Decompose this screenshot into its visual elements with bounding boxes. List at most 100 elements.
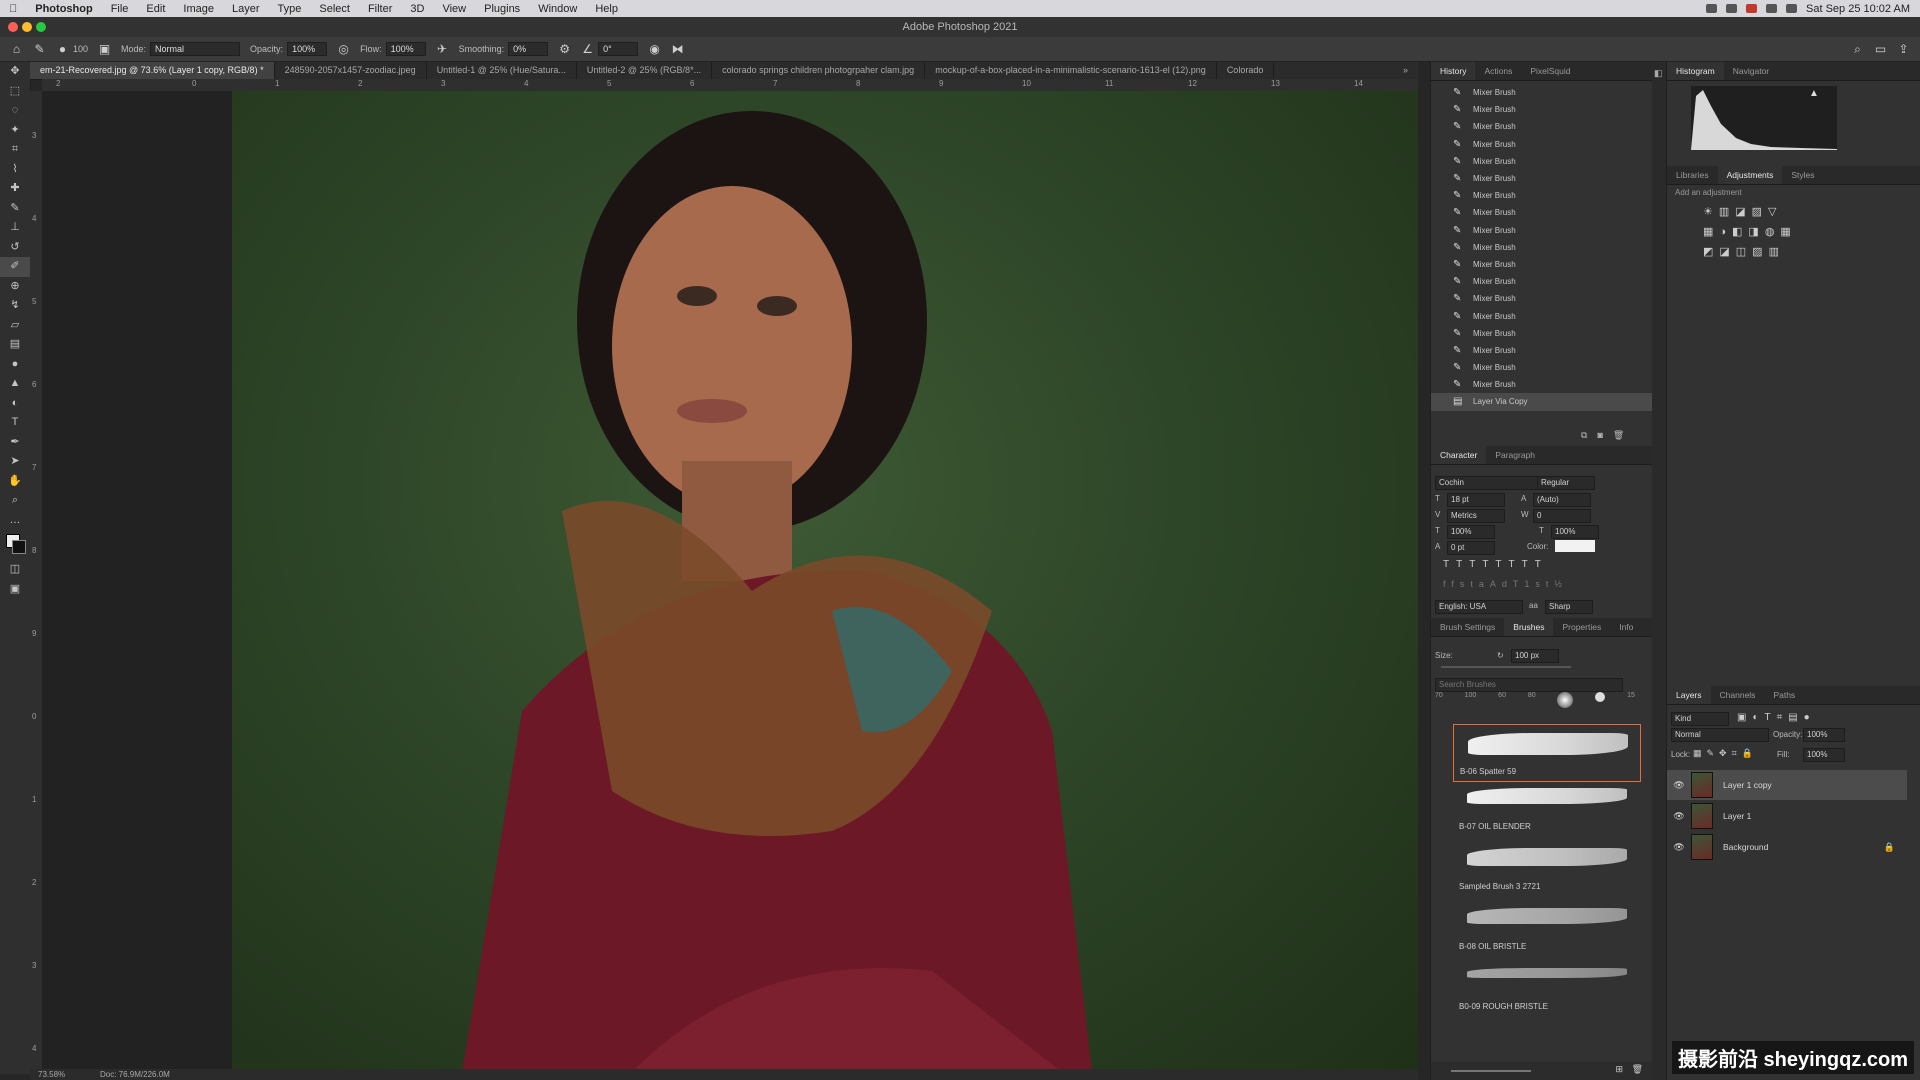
eyedropper-tool-icon[interactable]: ⌇ [0,160,30,180]
doc-tab-active[interactable]: em-21-Recovered.jpg @ 73.6% (Layer 1 cop… [30,62,275,79]
portrait-photo[interactable] [232,91,1418,1072]
menu-layer[interactable]: Layer [223,3,269,15]
doc-tab[interactable]: colorado springs children photogrpaher c… [712,62,926,79]
brush-panel-toggle-icon[interactable]: ▣ [98,42,111,56]
brush-preset[interactable]: 70 [1435,692,1443,718]
tracking-input[interactable]: 0 [1533,509,1591,523]
opacity-input[interactable]: 100% [287,42,328,56]
history-item[interactable]: ✎ Mixer Brush [1431,376,1653,393]
cloud-icon[interactable] [1706,4,1718,13]
gear-icon[interactable]: ⚙ [558,42,571,56]
history-brush-tool-icon[interactable]: ↺ [0,238,30,258]
menu-app-name[interactable]: Photoshop [26,3,101,15]
history-item[interactable]: ✎ Mixer Brush [1431,136,1653,153]
layer-name[interactable]: Layer 1 [1723,811,1751,821]
sharpen-tool-icon[interactable]: ▲ [0,374,30,394]
leading-input[interactable]: (Auto) [1533,493,1591,507]
font-style-select[interactable]: Regular [1537,476,1595,490]
brush-search-input[interactable]: Search Brushes [1435,678,1623,692]
menu-plugins[interactable]: Plugins [475,3,529,15]
trash-icon[interactable]: 🗑 [1613,430,1624,441]
new-document-from-state-icon[interactable]: ⧉ [1581,430,1587,441]
tab-brushes[interactable]: Brushes [1504,618,1554,636]
art-history-tool-icon[interactable]: ↯ [0,296,30,316]
brush-preset[interactable]: 80 [1528,692,1536,718]
brush-item[interactable]: Sampled Brush 3 2721 [1453,840,1639,896]
vertical-scale-input[interactable]: 100% [1447,525,1495,539]
mixer-brush-tool-icon[interactable]: ✐ [0,257,30,277]
record-icon[interactable] [1746,4,1758,13]
brush-preset[interactable]: 60 [1498,692,1506,718]
lock-icons[interactable]: ▦✎✥⌗🔒 [1693,748,1758,759]
delete-brush-icon[interactable]: 🗑 [1632,1064,1643,1075]
history-item[interactable]: ✎ Mixer Brush [1431,342,1653,359]
pressure-opacity-icon[interactable]: ◎ [337,42,350,56]
lasso-tool-icon[interactable]: ◌ [0,101,30,121]
menu-edit[interactable]: Edit [137,3,174,15]
healing-brush-tool-icon[interactable]: ✚ [0,179,30,199]
zoom-tool-icon[interactable]: ⌕ [0,491,30,511]
wifi-icon[interactable] [1766,4,1778,13]
adjustment-row-2[interactable]: ▦◑◧◨◍▦ [1703,222,1797,242]
share-icon[interactable]: ⇪ [1897,42,1910,56]
kerning-input[interactable]: Metrics [1447,509,1505,523]
blur-tool-icon[interactable]: ● [0,355,30,375]
menu-select[interactable]: Select [310,3,359,15]
history-item[interactable]: ✎ Mixer Brush [1431,239,1653,256]
menu-view[interactable]: View [433,3,475,15]
language-select[interactable]: English: USA [1435,600,1523,614]
pressure-size-icon[interactable]: ◉ [648,42,661,56]
layer-row[interactable]: 👁 Background 🔒 [1667,832,1907,862]
menu-image[interactable]: Image [174,3,223,15]
history-item[interactable]: ✎ Mixer Brush [1431,101,1653,118]
menu-file[interactable]: File [102,3,138,15]
antialias-select[interactable]: Sharp [1545,600,1593,614]
clone-tool-icon[interactable]: ⊕ [0,277,30,297]
zoom-level[interactable]: 73.58% [38,1070,65,1079]
layer-filter-select[interactable]: Kind [1671,712,1729,726]
tab-channels[interactable]: Channels [1711,686,1765,704]
eraser-tool-icon[interactable]: ▱ [0,316,30,336]
history-item[interactable]: ✎ Mixer Brush [1431,256,1653,273]
airbrush-icon[interactable]: ✈ [436,42,449,56]
home-icon[interactable]: ⌂ [10,42,23,56]
font-family-select[interactable]: Cochin [1435,476,1539,490]
adjustment-row-1[interactable]: ☀▥◪▨▽ [1703,202,1797,222]
type-tool-icon[interactable]: T [0,413,30,433]
layer-row[interactable]: 👁 Layer 1 copy [1667,770,1907,800]
visibility-eye-icon[interactable]: 👁 [1667,780,1691,791]
warning-icon[interactable]: ▲ [1809,88,1819,99]
doc-tab[interactable]: Untitled-2 @ 25% (RGB/8*... [577,62,713,79]
doc-size[interactable]: Doc: 76.9M/226.0M [100,1070,170,1079]
search-icon[interactable] [1786,4,1798,13]
mode-select[interactable]: Normal [150,42,241,56]
brush-item[interactable]: B0-09 ROUGH BRISTLE [1453,960,1639,1016]
visibility-eye-icon[interactable]: 👁 [1667,811,1691,822]
opentype-buttons[interactable]: ffstaAdT1st½ [1443,579,1568,589]
hand-tool-icon[interactable]: ✋ [0,472,30,492]
tab-brush-settings[interactable]: Brush Settings [1431,618,1504,636]
snapshot-icon[interactable]: ◙ [1597,430,1602,441]
tab-histogram[interactable]: Histogram [1667,62,1724,80]
history-item[interactable]: ✎ Mixer Brush [1431,170,1653,187]
brush-preset[interactable]: 100 [1465,692,1477,718]
doc-tab[interactable]: Colorado [1217,62,1275,79]
horizontal-scale-input[interactable]: 100% [1551,525,1599,539]
lock-icon[interactable]: 🔒 [1884,842,1895,853]
color-swatches[interactable] [0,530,30,560]
brush-preview-size-slider[interactable] [1451,1070,1531,1072]
tab-history[interactable]: History [1431,62,1476,80]
text-color-swatch[interactable] [1555,540,1595,552]
layer-row[interactable]: 👁 Layer 1 [1667,801,1907,831]
marquee-tool-icon[interactable]: ⬚ [0,82,30,102]
panel-toggle-icon[interactable]: ◧ [1654,68,1663,79]
brush-tool-icon[interactable]: ✎ [0,199,30,219]
screen-mode-icon[interactable]: ▣ [0,580,30,600]
history-item[interactable]: ✎ Mixer Brush [1431,204,1653,221]
flow-input[interactable]: 100% [385,42,426,56]
close-window-button[interactable] [8,22,18,32]
layer-name[interactable]: Background [1723,842,1768,852]
history-item[interactable]: ✎ Mixer Brush [1431,153,1653,170]
document-canvas[interactable] [42,91,1418,1072]
menu-filter[interactable]: Filter [359,3,401,15]
